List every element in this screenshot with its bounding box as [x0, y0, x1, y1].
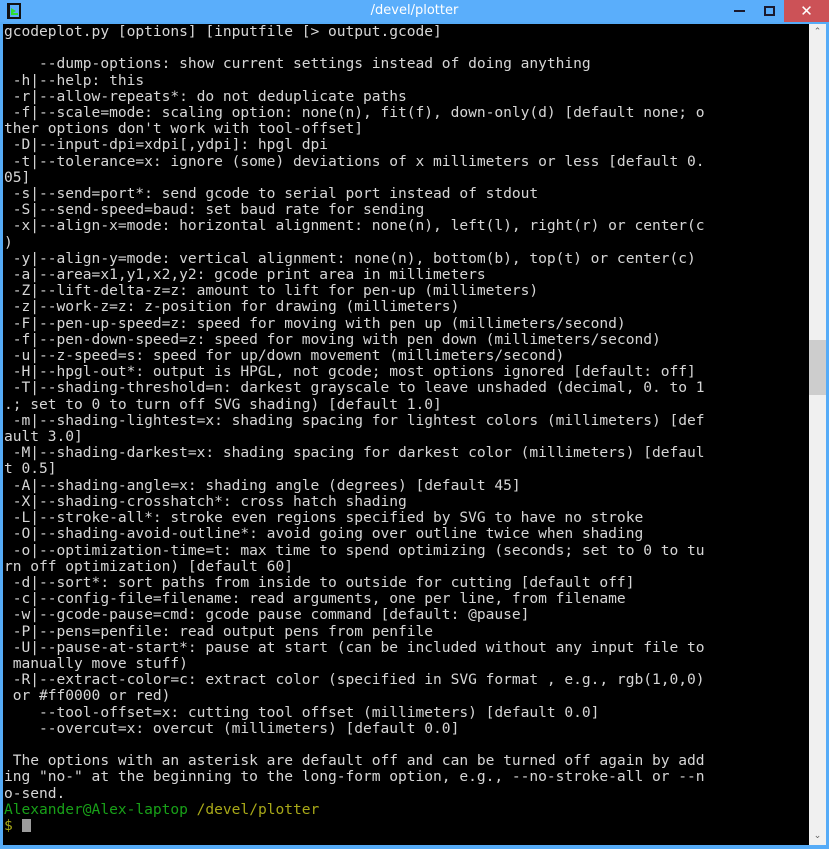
prompt-symbol: $ [4, 816, 13, 834]
minimize-icon [733, 10, 745, 12]
close-button[interactable]: ✕ [784, 0, 829, 22]
scroll-down-icon[interactable]: ⌄ [809, 828, 826, 845]
maximize-button[interactable] [754, 0, 784, 22]
scrollbar-thumb[interactable] [809, 340, 826, 396]
maximize-icon [763, 6, 775, 16]
vertical-scrollbar[interactable]: ⌃ ⌄ [809, 24, 826, 845]
prompt-gap [13, 817, 22, 834]
terminal-icon [4, 1, 24, 21]
scrollbar-track[interactable] [809, 41, 826, 828]
window-title: /devel/plotter [370, 3, 459, 18]
minimize-button[interactable] [724, 0, 754, 22]
terminal-input-line[interactable]: $ [3, 816, 809, 834]
prompt-user-host: Alexander@Alex-laptop [4, 800, 188, 818]
prompt-path: /devel/plotter [196, 800, 320, 818]
terminal-body: gcodeplot.py [options] [inputfile [> out… [0, 22, 829, 849]
terminal-output: gcodeplot.py [options] [inputfile [> out… [4, 24, 705, 802]
text-cursor [21, 818, 31, 832]
scroll-up-icon[interactable]: ⌃ [809, 24, 826, 41]
terminal-screen[interactable]: gcodeplot.py [options] [inputfile [> out… [3, 24, 809, 845]
title-bar[interactable]: /devel/plotter ✕ [0, 0, 829, 22]
terminal-prompt-line: Alexander@Alex-laptop /devel/plotter [3, 800, 809, 818]
terminal-window: /devel/plotter ✕ gcodeplot.py [options] … [0, 0, 829, 849]
window-controls: ✕ [724, 0, 829, 22]
